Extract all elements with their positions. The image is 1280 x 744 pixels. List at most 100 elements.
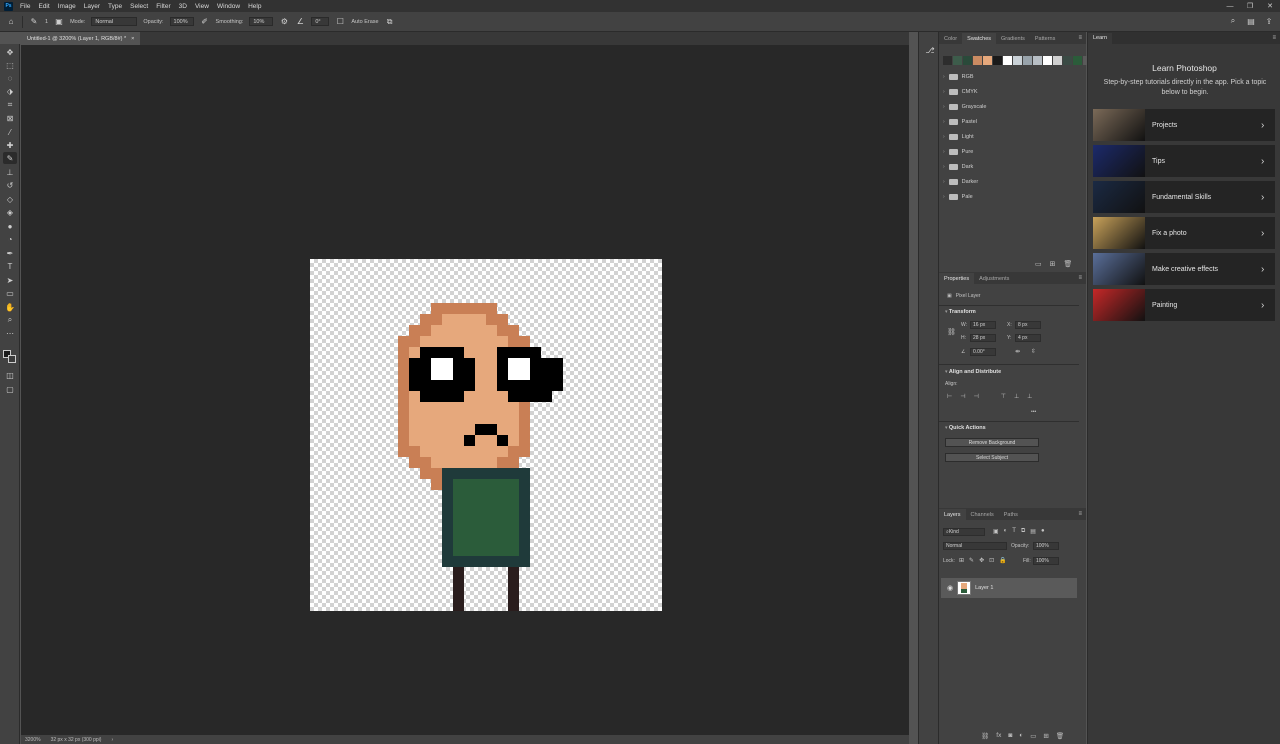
- layer-opacity-field[interactable]: 100%: [1033, 542, 1059, 550]
- align-right-icon[interactable]: ⊣: [973, 393, 978, 400]
- transform-title[interactable]: ▾ Transform: [945, 309, 976, 315]
- tab-learn[interactable]: Learn: [1088, 32, 1113, 44]
- filter-type-icon[interactable]: T: [1012, 528, 1016, 535]
- auto-erase-checkbox[interactable]: ☐: [335, 17, 345, 27]
- swatch-10[interactable]: [1043, 56, 1052, 65]
- paint-bucket-tool-icon[interactable]: ◈: [3, 206, 17, 218]
- height-field[interactable]: 28 px: [970, 334, 996, 342]
- swatch-group-grayscale[interactable]: › Grayscale: [943, 100, 986, 114]
- swatch-group-cmyk[interactable]: › CMYK: [943, 85, 978, 99]
- background-color-swatch[interactable]: [8, 355, 16, 363]
- smoothing-field[interactable]: 10%: [249, 17, 274, 26]
- history-brush-tool-icon[interactable]: ↺: [3, 179, 17, 191]
- swatch-1[interactable]: [953, 56, 962, 65]
- menu-edit[interactable]: Edit: [34, 3, 53, 10]
- width-field[interactable]: 16 px: [970, 321, 996, 329]
- menu-type[interactable]: Type: [104, 3, 126, 10]
- delete-layer-icon[interactable]: 🗑: [1056, 732, 1064, 740]
- swatch-0[interactable]: [943, 56, 952, 65]
- align-distribute-title[interactable]: ▾ Align and Distribute: [945, 369, 1001, 375]
- pencil-preset-icon[interactable]: ✎: [29, 17, 39, 27]
- angle-field[interactable]: 0.00°: [970, 348, 996, 356]
- tab-paths[interactable]: Paths: [999, 509, 1023, 520]
- filter-shape-icon[interactable]: ⧉: [1021, 528, 1025, 535]
- fill-field[interactable]: 100%: [1033, 557, 1059, 565]
- hand-tool-icon[interactable]: ✋: [3, 301, 17, 313]
- new-layer-icon[interactable]: ⊞: [1043, 732, 1048, 740]
- eyedropper-tool-icon[interactable]: ⁄: [3, 126, 17, 138]
- menu-image[interactable]: Image: [54, 3, 80, 10]
- swatch-11[interactable]: [1053, 56, 1062, 65]
- learn-card-tips[interactable]: Tips ›: [1093, 145, 1275, 177]
- chevron-right-icon[interactable]: ›: [943, 179, 945, 185]
- angle-field[interactable]: 0°: [311, 17, 330, 26]
- filter-pixel-icon[interactable]: ▣: [993, 528, 999, 535]
- align-left-icon[interactable]: ⊢: [947, 393, 952, 400]
- chevron-right-icon[interactable]: ›: [943, 119, 945, 125]
- learn-card-make-creative-effects[interactable]: Make creative effects ›: [1093, 253, 1275, 285]
- learn-card-fix-a-photo[interactable]: Fix a photo ›: [1093, 217, 1275, 249]
- tab-channels[interactable]: Channels: [966, 509, 999, 520]
- link-layers-icon[interactable]: ⛓: [981, 732, 989, 740]
- opacity-field[interactable]: 100%: [169, 17, 194, 26]
- brush-settings-icon[interactable]: ▣: [54, 17, 64, 27]
- filter-smart-icon[interactable]: ▤: [1030, 528, 1036, 535]
- menu-help[interactable]: Help: [244, 3, 265, 10]
- tab-color[interactable]: Color: [939, 33, 962, 44]
- swatch-group-rgb[interactable]: › RGB: [943, 70, 974, 84]
- menu-select[interactable]: Select: [126, 3, 152, 10]
- mode-select[interactable]: Normal: [91, 17, 138, 26]
- swatch-group-pale[interactable]: › Pale: [943, 190, 973, 204]
- remove-background-button[interactable]: Remove Background: [945, 438, 1039, 447]
- panel-menu-icon[interactable]: ≡: [1078, 511, 1082, 517]
- swatch-3[interactable]: [973, 56, 982, 65]
- swatch-7[interactable]: [1013, 56, 1022, 65]
- layer-row[interactable]: ◉ Layer 1: [941, 578, 1077, 598]
- minimize-icon[interactable]: —: [1220, 0, 1240, 12]
- flip-vertical-icon[interactable]: ⇳: [1031, 348, 1036, 355]
- adjustment-layer-icon[interactable]: ◐: [1019, 732, 1023, 740]
- eraser-tool-icon[interactable]: ◇: [3, 193, 17, 205]
- swatch-group-pure[interactable]: › Pure: [943, 145, 973, 159]
- crop-tool-icon[interactable]: ⌗: [3, 99, 17, 111]
- panel-menu-icon[interactable]: ≡: [1272, 35, 1276, 41]
- frame-tool-icon[interactable]: ⊠: [3, 112, 17, 124]
- menu-window[interactable]: Window: [213, 3, 244, 10]
- menu-3d[interactable]: 3D: [175, 3, 191, 10]
- flip-horizontal-icon[interactable]: ⇹: [1015, 348, 1020, 355]
- lock-pixels-icon[interactable]: ✎: [969, 557, 974, 564]
- swatch-group-darker[interactable]: › Darker: [943, 175, 978, 189]
- marquee-tool-icon[interactable]: ⬚: [3, 59, 17, 71]
- gear-icon[interactable]: ⚙: [279, 17, 289, 27]
- document-tab[interactable]: Untitled-1 @ 3200% (Layer 1, RGB/8#) * ×: [21, 32, 141, 45]
- more-tools-icon[interactable]: ⋯: [3, 327, 17, 339]
- tab-properties[interactable]: Properties: [939, 273, 975, 284]
- home-icon[interactable]: ⌂: [6, 17, 16, 27]
- chevron-right-icon[interactable]: ›: [943, 194, 945, 200]
- filter-toggle-icon[interactable]: ●: [1041, 528, 1045, 535]
- brush-size[interactable]: 1: [45, 19, 48, 25]
- zoom-tool-icon[interactable]: ⌕: [3, 314, 17, 326]
- layer-name[interactable]: Layer 1: [975, 585, 993, 591]
- quick-actions-title[interactable]: ▾ Quick Actions: [945, 425, 986, 431]
- document-canvas[interactable]: [310, 259, 662, 611]
- lasso-tool-icon[interactable]: ◌: [3, 72, 17, 84]
- search-icon[interactable]: ⌕: [1228, 16, 1238, 26]
- select-subject-button[interactable]: Select Subject: [945, 453, 1039, 462]
- dodge-tool-icon[interactable]: ◔: [3, 233, 17, 245]
- lock-position-icon[interactable]: ✥: [979, 557, 984, 564]
- filter-adjustment-icon[interactable]: ◐: [1004, 528, 1008, 535]
- type-tool-icon[interactable]: T: [3, 260, 17, 272]
- tab-patterns[interactable]: Patterns: [1030, 33, 1060, 44]
- new-swatch-icon[interactable]: ⊞: [1050, 260, 1056, 268]
- layer-filter-kind[interactable]: ⌕ Kind: [943, 528, 985, 536]
- fx-icon[interactable]: fx: [996, 732, 1001, 740]
- swatch-group-dark[interactable]: › Dark: [943, 160, 973, 174]
- chevron-right-icon[interactable]: ›: [943, 134, 945, 140]
- swatch-8[interactable]: [1023, 56, 1032, 65]
- swatch-group-pastel[interactable]: › Pastel: [943, 115, 977, 129]
- lock-artboard-icon[interactable]: ⊡: [989, 557, 994, 564]
- learn-card-projects[interactable]: Projects ›: [1093, 109, 1275, 141]
- tab-gradients[interactable]: Gradients: [996, 33, 1030, 44]
- swatch-12[interactable]: [1063, 56, 1072, 65]
